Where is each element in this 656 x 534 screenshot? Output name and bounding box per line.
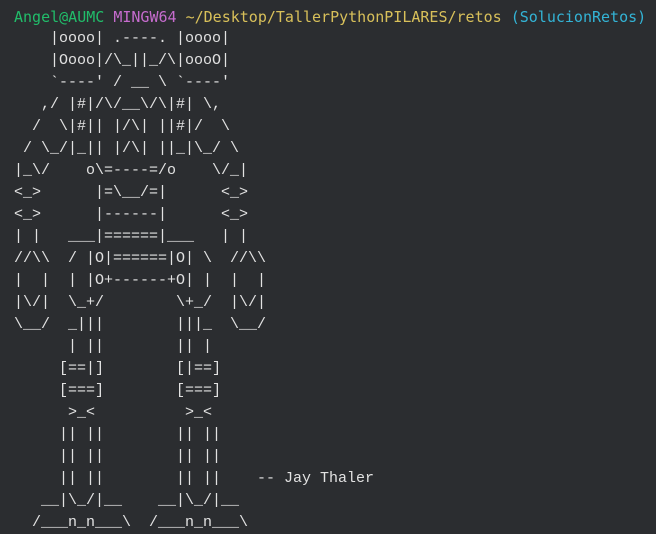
ascii-art-line: <_> |=\__/=| <_> [14, 184, 249, 201]
ascii-art-line: || || || || [14, 448, 222, 465]
ascii-art-line: `----' / __ \ `----' [14, 74, 231, 91]
ascii-art-output: |oooo| .----. |oooo| |Oooo|/\_||_/\|oooO… [14, 28, 656, 534]
ascii-art-line: //\\ / |O|======|O| \ //\\ [14, 250, 267, 267]
terminal-window[interactable]: Angel@AUMC MINGW64 ~/Desktop/TallerPytho… [0, 0, 656, 531]
prompt-shell: MINGW64 [113, 8, 177, 26]
ascii-art-line: ,/ |#|/\/__\/\|#| \, [14, 96, 222, 113]
ascii-art-line: / \|#|| |/\| ||#|/ \ [14, 118, 231, 135]
ascii-art-line: >_< >_< [14, 404, 213, 421]
ascii-art-line: | || || | [14, 338, 213, 355]
ascii-art-line: | | | |O+------+O| | | | [14, 272, 267, 289]
ascii-art-line: <_> |------| <_> [14, 206, 249, 223]
ascii-art-line: / \_/|_|| |/\| ||_|\_/ \ [14, 140, 240, 157]
ascii-art-line: |\/| \_+/ \+_/ |\/| [14, 294, 267, 311]
ascii-art-line: \__/ _||| |||_ \__/ [14, 316, 267, 333]
ascii-art-line: |_\/ o\=----=/o \/_| [14, 162, 249, 179]
shell-prompt: Angel@AUMC MINGW64 ~/Desktop/TallerPytho… [14, 6, 656, 28]
ascii-art-line: [===] [===] [14, 382, 222, 399]
ascii-art-line: |oooo| .----. |oooo| [14, 30, 231, 47]
ascii-art-line: |Oooo|/\_||_/\|oooO| [14, 52, 231, 69]
ascii-art-line: __|\_/|__ __|\_/|__ [14, 492, 240, 509]
prompt-path: ~/Desktop/TallerPythonPILARES/retos [185, 8, 502, 26]
ascii-art-line: [==|] [|==] [14, 360, 222, 377]
ascii-art-line: || || || || [14, 426, 222, 443]
ascii-art-line: | | ___|======|___ | | [14, 228, 249, 245]
ascii-art-line: || || || || -- Jay Thaler [14, 470, 375, 487]
prompt-user-host: Angel@AUMC [14, 8, 105, 26]
prompt-git-branch: (SolucionRetos) [510, 8, 647, 26]
ascii-art-line: /___n_n___\ /___n_n___\ [14, 514, 249, 531]
